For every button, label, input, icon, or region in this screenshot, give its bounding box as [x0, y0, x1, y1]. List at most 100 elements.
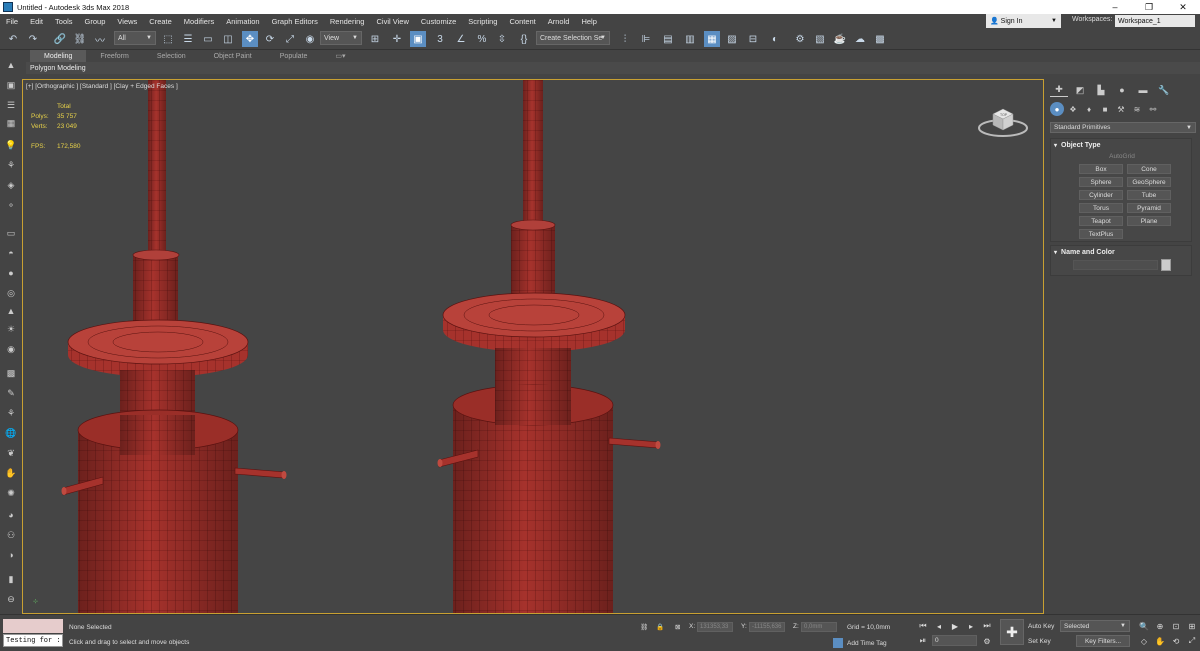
spinner-snap-icon[interactable]: ⇳ — [494, 31, 510, 47]
close-button[interactable]: ✕ — [1166, 0, 1200, 14]
modify-tab-icon[interactable]: ◩ — [1071, 83, 1089, 97]
link-icon[interactable]: 🔗 — [52, 31, 68, 47]
next-frame-icon[interactable]: ▸ — [965, 620, 977, 632]
current-frame-field[interactable]: 0 — [932, 635, 977, 646]
bind-space-warp-icon[interactable]: 〰 — [92, 31, 108, 47]
isolate-icon[interactable]: ◑ — [3, 548, 19, 562]
geometry-icon[interactable]: ● — [1050, 102, 1064, 116]
menu-civil-view[interactable]: Civil View — [370, 17, 414, 26]
pyramid-button[interactable]: Pyramid — [1127, 203, 1171, 213]
tab-populate[interactable]: Populate — [266, 50, 322, 62]
toggle-layer-explorer-icon[interactable]: ▥ — [682, 31, 698, 47]
foliage-icon[interactable]: ❦ — [3, 446, 19, 460]
z-coordinate-field[interactable]: 0,0mm — [801, 622, 837, 632]
ribbon-options-icon[interactable]: ▭▾ — [321, 50, 359, 62]
spacewarp-icon[interactable]: ◈ — [3, 178, 19, 192]
object-name-field[interactable] — [1073, 260, 1158, 270]
pin-icon[interactable]: ▮ — [3, 572, 19, 586]
go-to-end-icon[interactable]: ⏭ — [981, 620, 993, 632]
mesh-object-right[interactable] — [437, 80, 661, 614]
systems-icon[interactable]: ⚯ — [1146, 102, 1160, 116]
select-and-rotate-icon[interactable]: ⟳ — [262, 31, 278, 47]
light-icon[interactable]: 💡 — [3, 138, 19, 152]
display-tab-icon[interactable]: ▬ — [1134, 83, 1152, 97]
tab-modeling[interactable]: Modeling — [30, 50, 87, 62]
tab-freeform[interactable]: Freeform — [86, 50, 142, 62]
deform-icon[interactable]: ⚘ — [3, 406, 19, 420]
viewport-label[interactable]: [+] [Orthographic ] [Standard ] [Clay + … — [26, 83, 178, 90]
primitives-dropdown[interactable]: Standard Primitives ▼ — [1050, 122, 1196, 133]
zoom-icon[interactable]: 🔍 — [1138, 620, 1150, 632]
x-coordinate-field[interactable]: 131353,33 — [697, 622, 733, 632]
box-primitive-icon[interactable]: ▭ — [3, 226, 19, 240]
select-by-name-icon[interactable]: ☰ — [180, 31, 196, 47]
align-icon[interactable]: ⊫ — [638, 31, 654, 47]
zoom-all-icon[interactable]: ⊕ — [1154, 620, 1166, 632]
field-of-view-icon[interactable]: ◇ — [1138, 635, 1150, 647]
menu-tools[interactable]: Tools — [49, 17, 79, 26]
lights-icon[interactable]: ♦ — [1082, 102, 1096, 116]
torus-button[interactable]: Torus — [1079, 203, 1123, 213]
menu-customize[interactable]: Customize — [415, 17, 462, 26]
shaded-sphere-icon[interactable]: ◕ — [3, 508, 19, 522]
menu-content[interactable]: Content — [503, 17, 541, 26]
expand-icon[interactable]: ⊖ — [3, 592, 19, 606]
globe-icon[interactable]: 🌐 — [3, 426, 19, 440]
snaps-toggle-icon[interactable]: 3 — [432, 31, 448, 47]
shapes-icon[interactable]: ❖ — [1066, 102, 1080, 116]
tube-button[interactable]: Tube — [1127, 190, 1171, 200]
key-mode-toggle-icon[interactable]: ⏯ — [917, 635, 929, 647]
orbit-icon[interactable]: ⟲ — [1170, 635, 1182, 647]
a360-gallery-icon[interactable]: ▩ — [872, 31, 888, 47]
toggle-ribbon-icon[interactable]: ▦ — [704, 31, 720, 47]
pan-view-icon[interactable]: ✋ — [1154, 635, 1166, 647]
box-button[interactable]: Box — [1079, 164, 1123, 174]
select-object-icon[interactable]: ⬚ — [160, 31, 176, 47]
restore-button[interactable]: ❐ — [1132, 0, 1166, 14]
hand-icon[interactable]: ✋ — [3, 466, 19, 480]
object-properties-icon[interactable]: ⚇ — [3, 528, 19, 542]
play-icon[interactable]: ▶ — [949, 620, 961, 632]
cone-button[interactable]: Cone — [1127, 164, 1171, 174]
selection-lock-icon[interactable]: 🔒 — [656, 623, 664, 631]
percent-snap-icon[interactable]: % — [474, 31, 490, 47]
motion-tab-icon[interactable]: ● — [1113, 83, 1131, 97]
reference-coordinate-dropdown[interactable]: View ▼ — [320, 31, 362, 45]
render-in-cloud-icon[interactable]: ☁ — [852, 31, 868, 47]
cylinder-button[interactable]: Cylinder — [1079, 190, 1123, 200]
select-and-move-icon[interactable]: ✥ — [242, 31, 258, 47]
menu-create[interactable]: Create — [143, 17, 178, 26]
pivot-center-icon[interactable]: ⊞ — [367, 31, 383, 47]
space-warps-icon[interactable]: ≋ — [1130, 102, 1144, 116]
tab-selection[interactable]: Selection — [143, 50, 200, 62]
material-sphere-icon[interactable]: ◉ — [3, 342, 19, 356]
mesh-object-left[interactable] — [61, 80, 287, 614]
systems-icon[interactable]: ⚬ — [3, 198, 19, 212]
create-selection-icon[interactable]: ▲ — [3, 58, 19, 72]
key-mode-dropdown[interactable]: Selected ▼ — [1060, 620, 1130, 632]
set-key-button[interactable]: Set Key — [1028, 635, 1056, 647]
zoom-extents-all-icon[interactable]: ⊞ — [1186, 620, 1198, 632]
menu-edit[interactable]: Edit — [24, 17, 49, 26]
hemisphere-icon[interactable]: ◓ — [3, 246, 19, 260]
scene-explorer-icon[interactable]: ▦ — [3, 116, 19, 130]
absolute-mode-icon[interactable]: ⊠ — [675, 623, 680, 631]
helpers-icon[interactable]: ⚒ — [1114, 102, 1128, 116]
set-keys-icon[interactable]: ✚ — [1000, 619, 1024, 645]
menu-file[interactable]: File — [0, 17, 24, 26]
viewcube[interactable]: TOP — [975, 102, 1031, 142]
cameras-icon[interactable]: ■ — [1098, 102, 1112, 116]
previous-frame-icon[interactable]: ◂ — [933, 620, 945, 632]
schematic-view-icon[interactable]: ⊟ — [745, 31, 761, 47]
fx-icon[interactable]: ✺ — [3, 486, 19, 500]
edit-named-selection-icon[interactable]: {} — [516, 31, 532, 47]
viewport[interactable]: [+] [Orthographic ] [Standard ] [Clay + … — [22, 79, 1044, 614]
menu-rendering[interactable]: Rendering — [324, 17, 371, 26]
undo-icon[interactable]: ↶ — [5, 31, 21, 47]
menu-views[interactable]: Views — [111, 17, 143, 26]
geosphere-button[interactable]: GeoSphere — [1127, 177, 1171, 187]
grid-icon[interactable]: ▩ — [3, 366, 19, 380]
polygon-modeling-label[interactable]: Polygon Modeling — [30, 65, 86, 72]
material-editor-icon[interactable]: ◐ — [767, 31, 783, 47]
named-selection-set-dropdown[interactable]: Create Selection Se ▼ — [536, 31, 610, 45]
